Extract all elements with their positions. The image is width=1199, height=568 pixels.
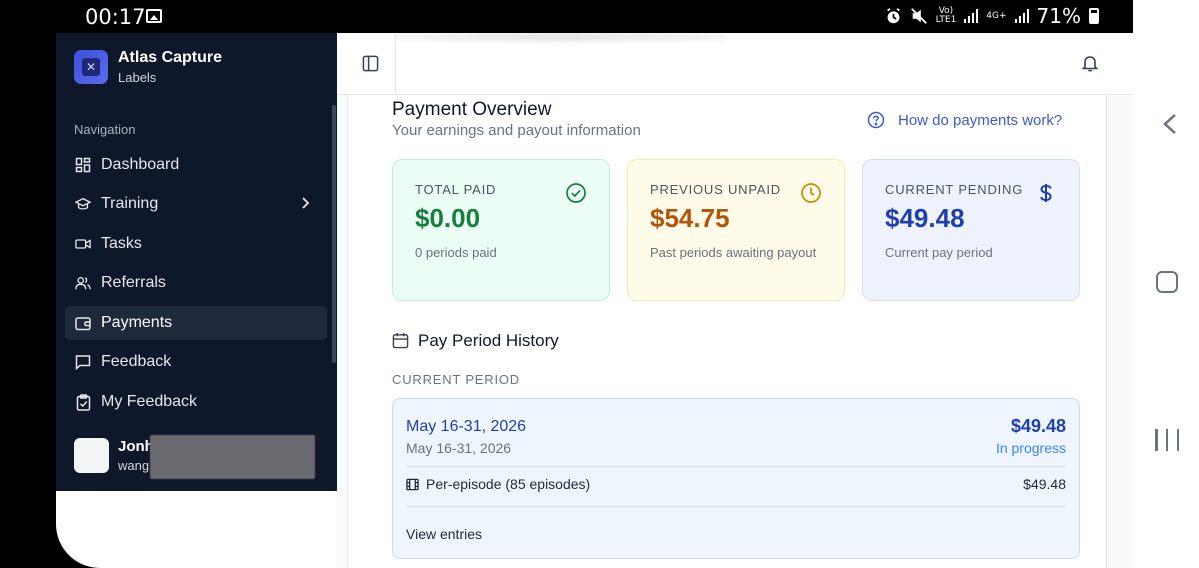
stat-label: PREVIOUS UNPAID (650, 182, 781, 197)
sidebar-item-label: Payments (101, 314, 173, 331)
divider (406, 466, 1066, 467)
previous-unpaid-card: PREVIOUS UNPAID $54.75 Past periods awai… (627, 159, 845, 301)
stat-value: $54.75 (650, 203, 730, 233)
network-type: 4G+ (986, 10, 1007, 21)
stat-value: $49.48 (885, 203, 965, 233)
page-subtitle: Your earnings and payout information (392, 122, 641, 139)
sidebar-item-referrals[interactable]: Referrals (65, 266, 327, 300)
sidebar-scrollbar[interactable] (332, 105, 336, 363)
alarm-icon (886, 7, 900, 23)
graduation-cap-icon (75, 196, 91, 212)
stat-label: TOTAL PAID (415, 182, 497, 197)
recents-icon[interactable] (1155, 429, 1179, 451)
top-bar (337, 33, 1133, 95)
dollar-icon (1040, 184, 1052, 202)
blurred-area (397, 33, 727, 41)
chevron-right-icon (302, 197, 310, 209)
brand-logo-icon[interactable]: ✕ (74, 50, 108, 84)
gallery-notification-icon (146, 9, 162, 23)
battery-percent: 71% (1036, 4, 1081, 28)
clock-icon (801, 183, 821, 203)
view-entries-button[interactable]: View entries (406, 526, 482, 542)
mute-icon (910, 8, 927, 24)
period-subtitle: May 16-31, 2026 (406, 440, 512, 456)
line-item-label: Per-episode (85 episodes) (426, 476, 591, 492)
calendar-icon (392, 332, 409, 349)
message-icon (75, 354, 91, 370)
avatar[interactable] (74, 438, 109, 473)
status-icons: Vo) LTE1 4G+ 71% (885, 4, 1099, 28)
sidebar-toggle-icon[interactable] (362, 55, 379, 72)
current-period-label: CURRENT PERIOD (392, 372, 520, 387)
redaction-block (150, 435, 315, 479)
sidebar-item-feedback[interactable]: Feedback (65, 345, 327, 379)
period-amount: $49.48 (1010, 416, 1066, 436)
check-circle-icon (566, 183, 586, 203)
help-circle-icon (867, 111, 885, 129)
dashboard-icon (75, 157, 91, 173)
status-badge: In progress (995, 440, 1066, 456)
line-item-amount: $49.48 (1023, 476, 1066, 492)
users-icon (75, 275, 91, 291)
bell-icon[interactable] (1081, 54, 1099, 72)
status-time: 00:17 (85, 5, 146, 29)
total-paid-card: TOTAL PAID $0.00 0 periods paid (392, 159, 610, 301)
stat-value: $0.00 (415, 203, 481, 233)
sidebar-item-label: Dashboard (101, 156, 180, 173)
stat-label: CURRENT PENDING (885, 182, 1024, 197)
stat-desc: 0 periods paid (415, 245, 497, 260)
current-period-card: May 16-31, 2026 May 16-31, 2026 $49.48 I… (392, 398, 1080, 559)
sidebar-item-dashboard[interactable]: Dashboard (65, 148, 327, 182)
help-link-label: How do payments work? (898, 111, 1063, 129)
page-title: Payment Overview (392, 99, 552, 120)
sidebar-item-label: Tasks (101, 235, 142, 252)
sidebar: ✕ Atlas Capture Labels Navigation Dashbo… (56, 33, 337, 491)
section-title: Pay Period History (418, 331, 559, 350)
topbar-divider (395, 33, 396, 95)
nav-heading: Navigation (74, 122, 136, 137)
home-icon[interactable] (1156, 271, 1178, 293)
user-name: Jonh (118, 438, 154, 455)
android-nav-bar (1133, 0, 1199, 568)
phone-bezel (0, 0, 56, 568)
wallet-icon (75, 315, 91, 331)
sidebar-item-label: Feedback (101, 353, 172, 370)
help-link[interactable]: How do payments work? (867, 111, 1062, 129)
divider (406, 506, 1066, 507)
brand-subtitle: Labels (118, 70, 157, 85)
stat-desc: Current pay period (885, 245, 993, 260)
signal-1-icon (964, 9, 979, 23)
sidebar-item-payments[interactable]: Payments (65, 306, 327, 340)
sidebar-item-label: Referrals (101, 274, 166, 291)
back-icon[interactable] (1161, 113, 1179, 135)
status-bar: 00:17 Vo) LTE1 4G+ 71% (56, 0, 1133, 33)
stat-desc: Past periods awaiting payout (650, 245, 817, 260)
battery-icon (1089, 8, 1099, 24)
clipboard-check-icon (75, 393, 91, 411)
main-content: Payment Overview Your earnings and payou… (337, 95, 1133, 568)
app-screen: ✕ Atlas Capture Labels Navigation Dashbo… (56, 33, 1133, 568)
sidebar-item-my-feedback[interactable]: My Feedback (65, 385, 327, 419)
phone-frame: 00:17 Vo) LTE1 4G+ 71% ✕ Atlas Capture L… (0, 0, 1133, 568)
period-title: May 16-31, 2026 (406, 418, 527, 435)
volte-label: Vo) LTE1 (935, 6, 957, 25)
brand-name: Atlas Capture (118, 49, 223, 66)
film-icon (406, 478, 419, 491)
sidebar-item-label: My Feedback (101, 393, 198, 410)
video-icon (75, 236, 91, 252)
sidebar-item-training[interactable]: Training (65, 187, 327, 221)
sidebar-item-tasks[interactable]: Tasks (65, 227, 327, 261)
current-pending-card: CURRENT PENDING $49.48 Current pay perio… (862, 159, 1080, 301)
sidebar-item-label: Training (101, 195, 159, 212)
user-email: wang (118, 458, 150, 473)
payments-card: Payment Overview Your earnings and payou… (347, 95, 1107, 568)
signal-2-icon (1014, 9, 1029, 23)
